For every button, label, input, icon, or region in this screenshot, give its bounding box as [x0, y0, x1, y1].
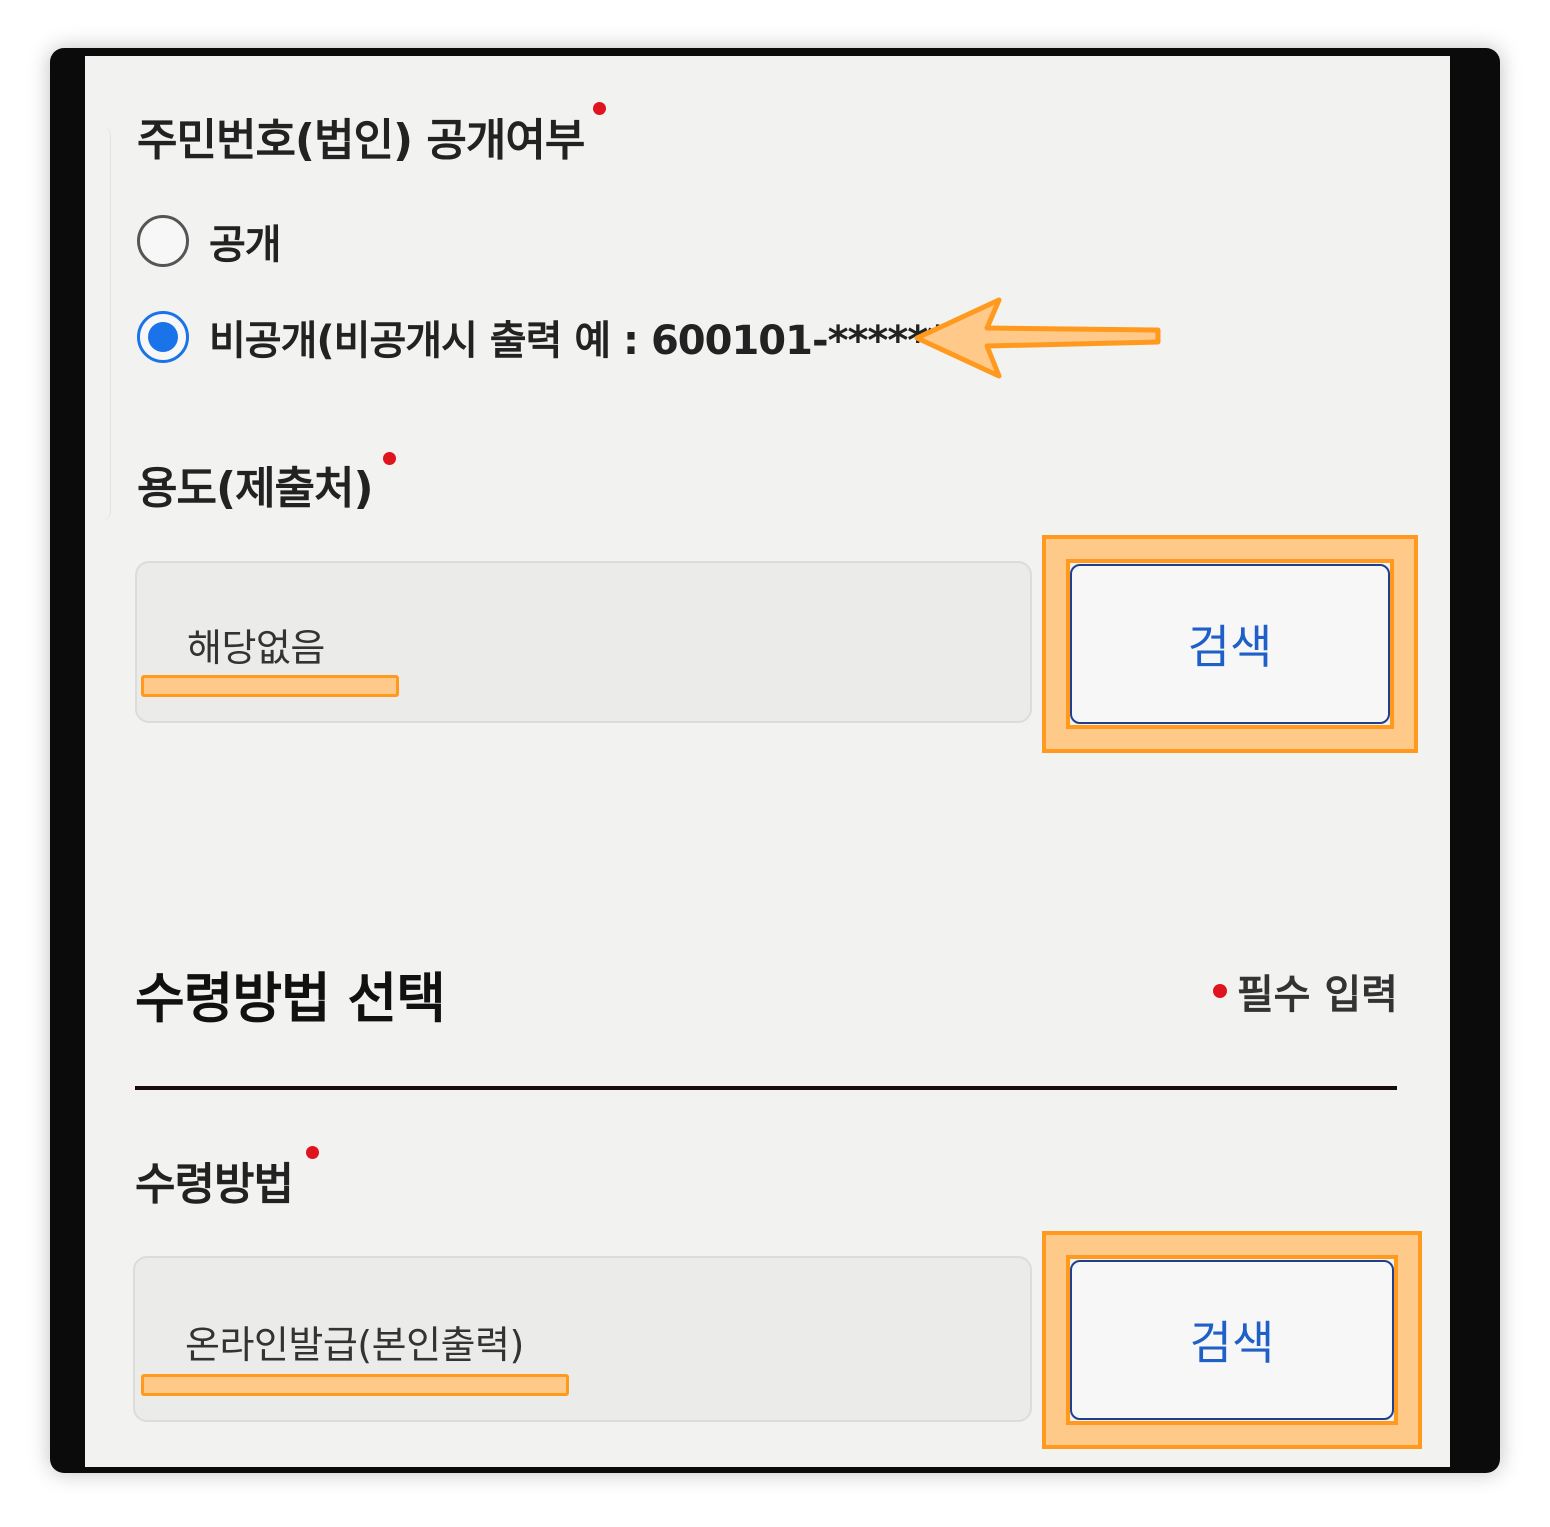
purpose-highlight: [141, 675, 399, 697]
required-indicator: [383, 452, 396, 465]
receipt-section-heading: 수령방법 선택: [135, 967, 446, 1030]
radio-public-label: 공개: [209, 222, 282, 268]
radio-option-public[interactable]: 공개: [137, 212, 282, 270]
receipt-field[interactable]: 온라인발급(본인출력): [133, 1256, 1032, 1422]
screen: 주민번호(법인) 공개여부 공개 비공개(비공개시 출력 예 : 600101-…: [85, 56, 1450, 1467]
radio-public[interactable]: [137, 215, 189, 267]
required-note-text: 필수 입력: [1236, 972, 1398, 1018]
required-note: 필수 입력: [1212, 962, 1398, 1020]
radio-option-private[interactable]: 비공개(비공개시 출력 예 : 600101-*******): [137, 308, 985, 366]
receipt-highlight: [141, 1374, 569, 1396]
disclosure-title: 주민번호(법인) 공개여부: [137, 115, 585, 166]
receipt-title: 수령방법: [135, 1159, 294, 1210]
arrow-left-icon: [914, 297, 1161, 379]
section-divider: [135, 1086, 1397, 1090]
required-indicator: [306, 1146, 319, 1159]
receipt-search-button[interactable]: 검색: [1070, 1260, 1394, 1420]
required-indicator: [593, 102, 606, 115]
screen-edge: [85, 126, 111, 521]
receipt-value: 온라인발급(본인출력): [185, 1323, 524, 1367]
radio-private-label: 비공개(비공개시 출력 예 : 600101-*******): [209, 318, 985, 364]
purpose-value: 해당없음: [187, 626, 325, 670]
purpose-field[interactable]: 해당없음: [135, 561, 1032, 723]
purpose-title: 용도(제출처): [137, 463, 374, 514]
required-dot: [1212, 984, 1227, 998]
radio-private[interactable]: [137, 311, 189, 363]
purpose-search-button[interactable]: 검색: [1070, 564, 1390, 724]
